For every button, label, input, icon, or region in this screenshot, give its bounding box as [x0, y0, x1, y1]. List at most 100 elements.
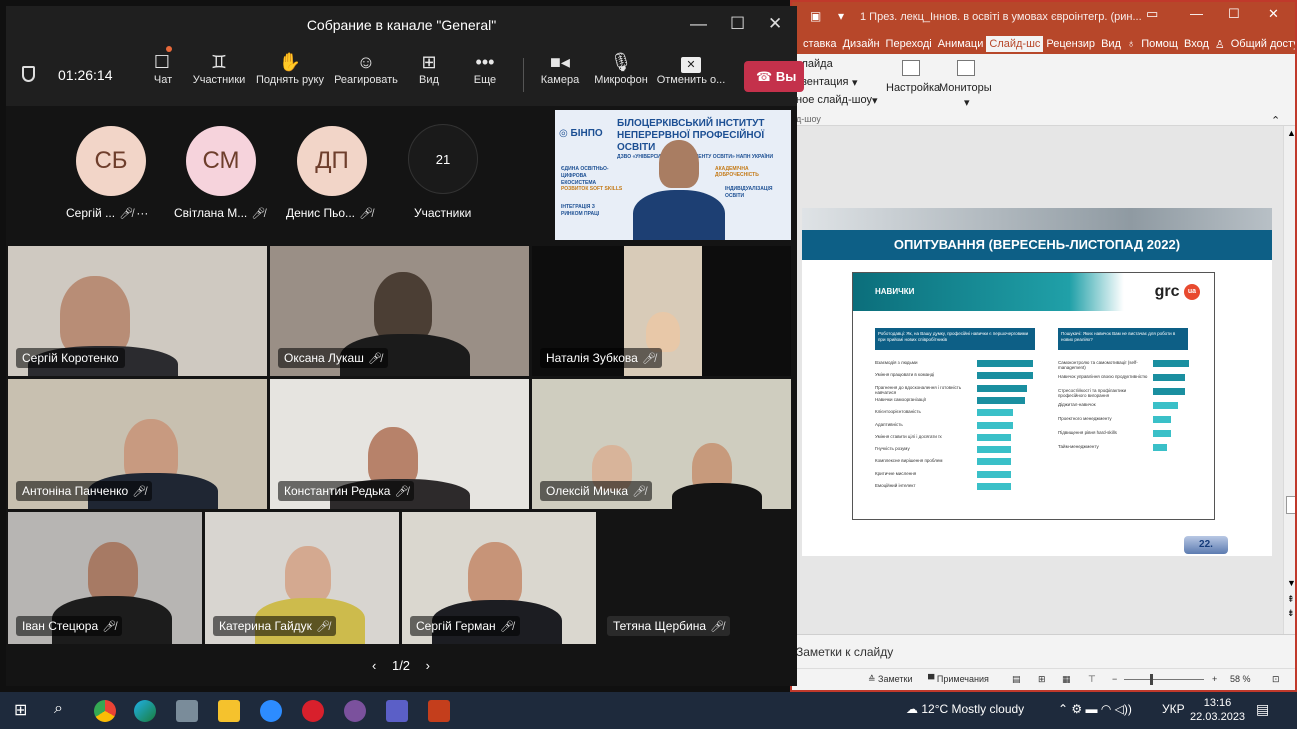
sign-in-button[interactable]: Вход: [1181, 36, 1212, 52]
reading-view-icon[interactable]: ▦: [1062, 674, 1071, 685]
monitors-button[interactable]: Мониторы: [939, 82, 992, 94]
tab-insert[interactable]: ставка: [800, 36, 840, 52]
participants-button[interactable]: ♊ Участники: [192, 46, 246, 106]
comments-toggle-button[interactable]: ▀ Примечания: [928, 674, 989, 684]
leave-button[interactable]: ☎ Вы: [744, 61, 804, 92]
video-tile[interactable]: Антоніна Панченко 🎤︎̸: [8, 379, 267, 509]
react-button[interactable]: ☺ Реагировать: [334, 46, 398, 106]
minimize-icon[interactable]: —: [690, 14, 707, 34]
scroll-down-icon[interactable]: ▼: [1287, 578, 1296, 588]
slide-page-number: 22.: [1184, 536, 1228, 554]
chat-button[interactable]: ☐ Чат: [148, 46, 178, 106]
notes-toggle-button[interactable]: ≙ Заметки: [868, 674, 912, 685]
file-manager-icon[interactable]: [176, 700, 198, 722]
slideshow-view-icon[interactable]: ⊤: [1088, 674, 1096, 685]
scroll-up-icon[interactable]: ▲: [1287, 128, 1296, 138]
powerpoint-icon[interactable]: [428, 700, 450, 722]
participant-name-tag: Катерина Гайдук 🎤︎̸: [213, 616, 336, 636]
zoom-slider[interactable]: [1124, 679, 1204, 680]
chrome-icon[interactable]: [94, 700, 116, 722]
close-icon[interactable]: ✕: [1268, 6, 1279, 22]
prev-slide-icon[interactable]: ⇞: [1287, 594, 1295, 605]
teams-icon[interactable]: [386, 700, 408, 722]
video-tile[interactable]: Оксана Лукаш 🎤︎̸: [270, 246, 529, 376]
notifications-icon[interactable]: ▤: [1256, 701, 1269, 718]
maximize-icon[interactable]: ☐: [730, 14, 745, 34]
avatar[interactable]: ДП: [297, 126, 367, 196]
tab-animations[interactable]: Анимаци: [935, 36, 987, 52]
slide-editor-canvas[interactable]: ОПИТУВАННЯ (ВЕРЕСЕНЬ-ЛИСТОПАД 2022) НАВИ…: [790, 126, 1283, 634]
monitor-icon: [957, 60, 975, 76]
participant-video: [659, 140, 699, 188]
avatar[interactable]: СБ: [76, 126, 146, 196]
zoom-out-icon[interactable]: −: [1112, 674, 1117, 684]
minimize-icon[interactable]: —: [1190, 6, 1203, 21]
raise-hand-button[interactable]: ✋ Поднять руку: [256, 46, 324, 106]
notes-divider[interactable]: [790, 634, 1297, 635]
video-tile[interactable]: Сергій Коротенко: [8, 246, 267, 376]
notes-pane[interactable]: Заметки к слайду: [796, 645, 893, 659]
normal-view-icon[interactable]: ▤: [1012, 674, 1021, 685]
microphone-button[interactable]: 🎙︎ Микрофон: [592, 46, 650, 106]
viber-icon[interactable]: [344, 700, 366, 722]
mic-off-icon: 🎤︎̸: [119, 208, 134, 220]
maximize-icon[interactable]: ☐: [1228, 6, 1240, 22]
skill-bar: [977, 433, 1012, 441]
presenter-video-tile[interactable]: ◎ БІНПО БІЛОЦЕРКІВСЬКИЙ ІНСТИТУТ НЕПЕРЕР…: [555, 110, 791, 240]
zoom-icon[interactable]: [260, 700, 282, 722]
setup-button[interactable]: Настройка: [886, 82, 940, 94]
system-tray-icons[interactable]: ⌃ ⚙ ▬ ◠ ◁)): [1058, 702, 1132, 716]
sorter-view-icon[interactable]: ⊞: [1038, 674, 1046, 685]
custom-show-button[interactable]: ное слайд-шоу: [796, 94, 872, 106]
lightbulb-icon: ♁: [1126, 38, 1136, 50]
language-indicator[interactable]: УКР: [1162, 702, 1185, 716]
tab-help[interactable]: Помощ: [1138, 36, 1181, 52]
video-tile[interactable]: Олексій Мичка 🎤︎̸: [532, 379, 791, 509]
search-icon[interactable]: ⌕: [54, 700, 63, 718]
more-button[interactable]: ••• Еще: [470, 46, 500, 106]
mic-off-icon: 🎤︎̸: [632, 486, 647, 498]
edge-icon[interactable]: [134, 700, 156, 722]
shield-icon: [22, 66, 35, 82]
scrollbar-thumb[interactable]: [1286, 496, 1296, 514]
vertical-scrollbar[interactable]: ▲ ▼ ⇞ ⇟: [1283, 126, 1297, 634]
view-button[interactable]: ⊞ Вид: [414, 46, 444, 106]
video-tile[interactable]: Сергій Герман 🎤︎̸: [402, 512, 596, 644]
weather-widget[interactable]: ☁ 12°C Mostly cloudy: [906, 702, 1024, 716]
chevron-right-icon[interactable]: ›: [426, 658, 430, 673]
present-icon[interactable]: ▣: [810, 9, 821, 23]
zoom-level[interactable]: 58 %: [1230, 674, 1251, 684]
meeting-toolbar: 01:26:14 ☐ Чат ♊ Участники ✋ Поднять рук…: [6, 46, 804, 106]
overflow-participants-button[interactable]: 21: [408, 124, 478, 194]
slide[interactable]: ОПИТУВАННЯ (ВЕРЕСЕНЬ-ЛИСТОПАД 2022) НАВИ…: [802, 208, 1272, 556]
video-tile[interactable]: Константин Редька 🎤︎̸: [270, 379, 529, 509]
video-tile[interactable]: Наталія Зубкова 🎤︎̸: [532, 246, 791, 376]
video-tile[interactable]: Іван Стецюра 🎤︎̸: [8, 512, 202, 644]
windows-start-icon[interactable]: ⊞: [14, 700, 27, 720]
dropdown-icon[interactable]: ▾: [838, 9, 844, 23]
avatar[interactable]: СМ: [186, 126, 256, 196]
tab-view[interactable]: Вид: [1098, 36, 1124, 52]
tab-slideshow[interactable]: Слайд-шс: [986, 36, 1044, 52]
close-icon[interactable]: ✕: [768, 14, 782, 34]
clock[interactable]: 13:16 22.03.2023: [1190, 696, 1245, 724]
fit-slide-icon[interactable]: ⊡: [1272, 674, 1280, 685]
opera-icon[interactable]: [302, 700, 324, 722]
tab-review[interactable]: Рецензир: [1043, 36, 1098, 52]
zoom-slider-thumb[interactable]: [1150, 674, 1153, 685]
next-slide-icon[interactable]: ⇟: [1287, 608, 1295, 619]
video-tile[interactable]: Тетяна Щербина 🎤︎̸: [599, 512, 791, 644]
stop-sharing-button[interactable]: ✕ Отменить о...: [656, 46, 726, 106]
folder-icon[interactable]: [218, 700, 240, 722]
tab-design[interactable]: Дизайн: [840, 36, 883, 52]
ribbon-display-icon[interactable]: ▭: [1146, 6, 1158, 22]
mic-off-icon: 🎤︎̸: [710, 621, 725, 633]
share-button[interactable]: Общий доступ: [1228, 36, 1297, 52]
zoom-in-icon[interactable]: +: [1212, 674, 1217, 684]
more-icon[interactable]: ···: [136, 206, 148, 220]
skill-label: Взаємодія з людьми: [875, 360, 918, 365]
video-tile[interactable]: Катерина Гайдук 🎤︎̸: [205, 512, 399, 644]
chevron-left-icon[interactable]: ‹: [372, 658, 376, 673]
tab-transitions[interactable]: Переході: [883, 36, 935, 52]
camera-button[interactable]: ■◂ Камера: [538, 46, 582, 106]
